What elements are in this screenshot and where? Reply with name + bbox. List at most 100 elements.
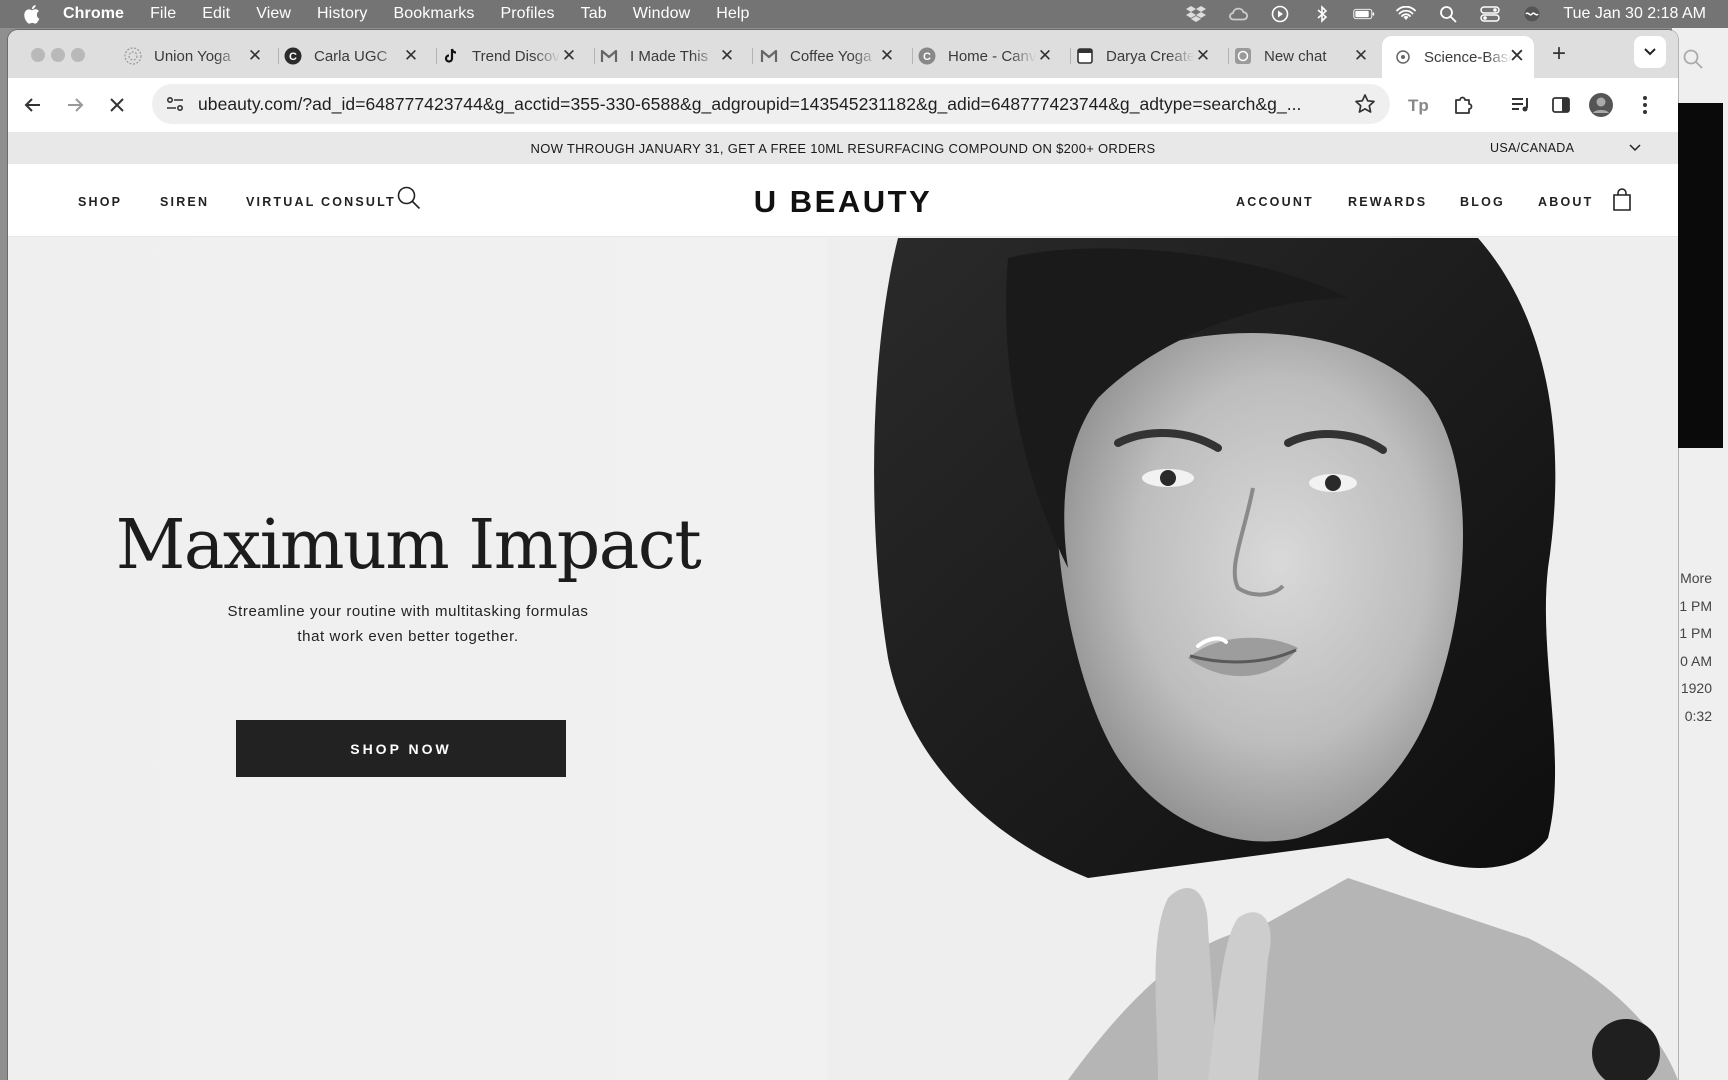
background-list-label: More bbox=[1680, 570, 1712, 586]
site-info-icon[interactable] bbox=[162, 91, 188, 117]
profile-avatar[interactable] bbox=[1586, 90, 1616, 120]
siri-icon[interactable] bbox=[1521, 5, 1543, 23]
tab-title: Darya Creates bbox=[1106, 47, 1194, 65]
extensions-button[interactable] bbox=[1448, 90, 1478, 120]
menu-view[interactable]: View bbox=[256, 5, 291, 23]
chrome-menu-button[interactable] bbox=[1630, 90, 1660, 120]
battery-icon[interactable] bbox=[1353, 5, 1375, 23]
nav-about[interactable]: ABOUT bbox=[1538, 195, 1593, 209]
tab-title: Coffee Yoga bbox=[790, 47, 872, 65]
shopping-bag-icon[interactable] bbox=[1612, 188, 1632, 212]
window-minimize-button[interactable] bbox=[51, 48, 65, 62]
url-text[interactable]: ubeauty.com/?ad_id=648777423744&g_acctid… bbox=[198, 94, 1348, 115]
promo-message[interactable]: NOW THROUGH JANUARY 31, GET A FREE 10ML … bbox=[8, 141, 1678, 156]
search-icon[interactable] bbox=[1682, 48, 1704, 70]
menu-help[interactable]: Help bbox=[716, 5, 749, 23]
tab-trend-discovery[interactable]: Trend Discovery ✕ bbox=[442, 39, 580, 73]
shop-now-button[interactable]: SHOP NOW bbox=[236, 720, 566, 777]
svg-text:C: C bbox=[923, 51, 931, 63]
tab-close-icon[interactable]: ✕ bbox=[560, 47, 578, 65]
close-icon bbox=[110, 98, 124, 112]
tab-union-yoga[interactable]: Union Yoga ✕ bbox=[124, 39, 266, 73]
nav-account[interactable]: ACCOUNT bbox=[1236, 195, 1314, 209]
window-zoom-button[interactable] bbox=[71, 48, 85, 62]
menu-app-chrome[interactable]: Chrome bbox=[63, 5, 124, 23]
region-selector[interactable]: USA/CANADA bbox=[1490, 141, 1574, 155]
tab-title: Science-Based bbox=[1424, 48, 1512, 66]
nav-rewards[interactable]: REWARDS bbox=[1348, 195, 1427, 209]
tab-science-based-active[interactable]: Science-Based ✕ bbox=[1382, 36, 1534, 78]
chevron-down-icon bbox=[1644, 48, 1656, 56]
menu-profiles[interactable]: Profiles bbox=[500, 5, 554, 23]
menubar-clock[interactable]: Tue Jan 30 2:18 AM bbox=[1563, 5, 1706, 23]
window-close-button[interactable] bbox=[31, 48, 45, 62]
tab-search-button[interactable] bbox=[1634, 36, 1666, 68]
tab-darya-creates[interactable]: Darya Creates ✕ bbox=[1076, 39, 1214, 73]
tab-strip: Union Yoga ✕ C Carla UGC ✕ Trend Discove… bbox=[8, 30, 1678, 78]
chrome-window: Union Yoga ✕ C Carla UGC ✕ Trend Discove… bbox=[8, 30, 1678, 1080]
text-extension-icon: Tp bbox=[1408, 96, 1429, 115]
back-button[interactable] bbox=[18, 90, 48, 120]
menu-history[interactable]: History bbox=[317, 5, 367, 23]
extension-tp-button[interactable]: Tp bbox=[1404, 90, 1434, 120]
model-portrait-image bbox=[828, 238, 1678, 1080]
tab-close-icon[interactable]: ✕ bbox=[402, 47, 420, 65]
tab-close-icon[interactable]: ✕ bbox=[718, 47, 736, 65]
new-tab-button[interactable]: + bbox=[1546, 42, 1572, 68]
tab-separator bbox=[1070, 48, 1071, 64]
menu-file[interactable]: File bbox=[150, 5, 176, 23]
union-yoga-favicon-icon bbox=[124, 47, 142, 65]
macos-menu-bar: Chrome File Edit View History Bookmarks … bbox=[0, 0, 1728, 28]
apple-logo-icon[interactable] bbox=[23, 4, 41, 24]
control-center-icon[interactable] bbox=[1479, 5, 1501, 23]
chevron-down-icon[interactable] bbox=[1628, 141, 1642, 155]
bluetooth-icon[interactable] bbox=[1311, 5, 1333, 23]
tab-close-icon[interactable]: ✕ bbox=[1036, 47, 1054, 65]
ubeauty-favicon-icon bbox=[1394, 48, 1412, 66]
tab-separator bbox=[594, 48, 595, 64]
tab-close-icon[interactable]: ✕ bbox=[1352, 47, 1370, 65]
dropbox-icon[interactable] bbox=[1185, 5, 1207, 23]
side-panel-icon bbox=[1552, 97, 1570, 113]
background-list-label: 0:32 bbox=[1684, 707, 1712, 724]
bookmark-star-icon[interactable] bbox=[1354, 93, 1376, 115]
media-thumbnail bbox=[1677, 103, 1723, 448]
tab-close-icon[interactable]: ✕ bbox=[1194, 47, 1212, 65]
tab-i-made-this[interactable]: I Made This ✕ bbox=[600, 39, 738, 73]
forward-button[interactable] bbox=[60, 90, 90, 120]
play-icon[interactable] bbox=[1269, 5, 1291, 23]
menu-bookmarks[interactable]: Bookmarks bbox=[394, 5, 475, 23]
tab-title: Trend Discovery bbox=[472, 47, 560, 65]
canva-favicon-icon: C bbox=[918, 47, 936, 65]
hero-subtitle-line: Streamline your routine with multitaskin… bbox=[227, 603, 589, 620]
background-list-label: 1920 bbox=[1680, 680, 1712, 696]
menu-window[interactable]: Window bbox=[633, 5, 691, 23]
chat-widget-button[interactable] bbox=[1592, 1019, 1660, 1080]
tab-close-icon[interactable]: ✕ bbox=[246, 47, 264, 65]
brand-logo[interactable]: U BEAUTY bbox=[8, 184, 1678, 220]
media-controls-button[interactable] bbox=[1506, 90, 1536, 120]
spotlight-search-icon[interactable] bbox=[1437, 5, 1459, 23]
tab-home-canva[interactable]: C Home - Canva ✕ bbox=[918, 39, 1056, 73]
nav-blog[interactable]: BLOG bbox=[1460, 195, 1505, 209]
site-header: SHOP SIREN VIRTUAL CONSULT U BEAUTY ACCO… bbox=[8, 164, 1678, 237]
wifi-icon[interactable] bbox=[1395, 5, 1417, 23]
tab-coffee-yoga[interactable]: Coffee Yoga ✕ bbox=[760, 39, 898, 73]
canva-favicon-icon: C bbox=[284, 47, 302, 65]
notion-favicon-icon bbox=[1076, 47, 1094, 65]
tab-close-icon[interactable]: ✕ bbox=[1508, 47, 1526, 66]
menu-edit[interactable]: Edit bbox=[202, 5, 230, 23]
tab-separator bbox=[278, 48, 279, 64]
menu-tab[interactable]: Tab bbox=[581, 5, 607, 23]
side-panel-button[interactable] bbox=[1546, 90, 1576, 120]
address-bar[interactable]: ubeauty.com/?ad_id=648777423744&g_acctid… bbox=[152, 84, 1390, 124]
tab-new-chat[interactable]: New chat ✕ bbox=[1234, 39, 1372, 73]
tab-separator bbox=[912, 48, 913, 64]
gmail-favicon-icon bbox=[760, 47, 778, 65]
creative-cloud-icon[interactable] bbox=[1227, 5, 1249, 23]
svg-text:Tp: Tp bbox=[1408, 96, 1429, 115]
tab-carla-ugc[interactable]: C Carla UGC ✕ bbox=[284, 39, 422, 73]
stop-loading-button[interactable] bbox=[102, 90, 132, 120]
tab-close-icon[interactable]: ✕ bbox=[878, 47, 896, 65]
hero-subtitle: Streamline your routine with multitaskin… bbox=[8, 599, 808, 649]
